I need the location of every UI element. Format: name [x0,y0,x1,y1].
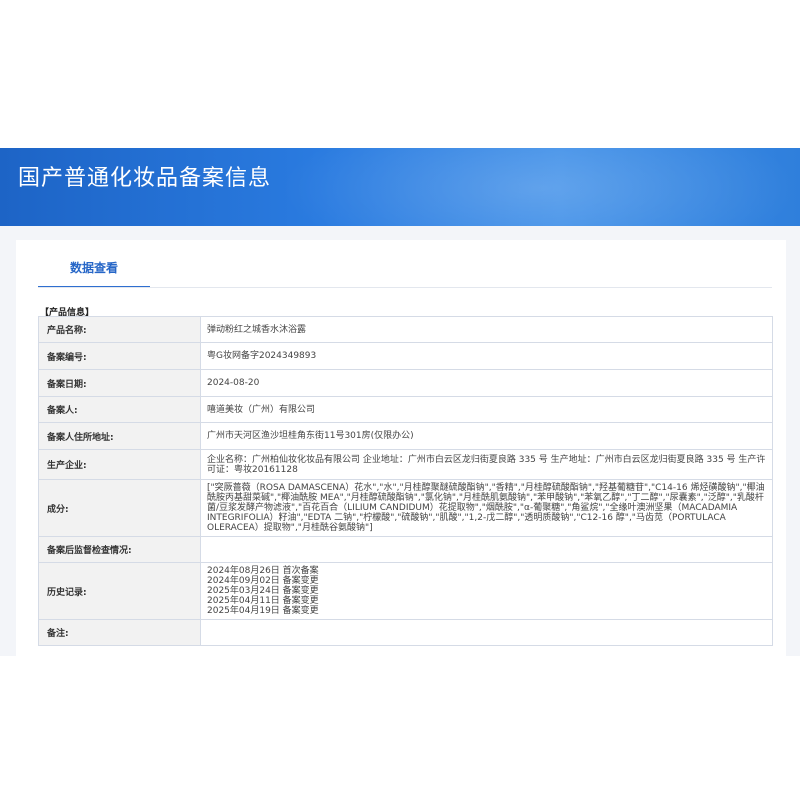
row-value: 2024-08-20 [200,369,773,397]
page-title: 国产普通化妆品备案信息 [18,166,272,191]
row-value: 企业名称：广州柏仙妆化妆品有限公司 企业地址：广州市白云区龙归街夏良路 335 … [200,449,773,480]
row-label: 备案人住所地址: [38,422,201,450]
table-row: 备案日期: 2024-08-20 [38,369,773,397]
row-value [200,619,773,646]
table-row: 历史记录: 2024年08月26日 首次备案 2024年09月02日 备案变更 … [38,562,773,620]
row-label: 产品名称: [38,316,201,343]
row-label: 备注: [38,619,201,646]
tab-data-view[interactable]: 数据查看 [38,252,150,288]
row-value: 广州市天河区渔沙坦桂角东街11号301房(仅限办公) [200,422,773,450]
row-label: 备案日期: [38,369,201,397]
table-row: 备案编号: 粤G妆网备字2024349893 [38,342,773,370]
row-value: ["突厥蔷薇（ROSA DAMASCENA）花水","水","月桂醇聚醚硫酸酯钠… [200,479,773,537]
row-label: 备案后监督检查情况: [38,536,201,563]
tab-underline-divider [38,287,772,288]
table-row: 产品名称: 弹动粉红之城香水沐浴露 [38,316,773,343]
row-value [200,536,773,563]
table-row: 备注: [38,619,773,646]
row-value: 弹动粉红之城香水沐浴露 [200,316,773,343]
top-blank-area [0,0,800,148]
row-value: 2024年08月26日 首次备案 2024年09月02日 备案变更 2025年0… [200,562,773,620]
row-label: 备案编号: [38,342,201,370]
row-label: 成分: [38,479,201,537]
row-value: 嘻道美妆（广州）有限公司 [200,396,773,423]
table-row: 成分: ["突厥蔷薇（ROSA DAMASCENA）花水","水","月桂醇聚醚… [38,479,773,537]
table-row: 备案后监督检查情况: [38,536,773,563]
table-row: 备案人: 嘻道美妆（广州）有限公司 [38,396,773,423]
table-row: 生产企业: 企业名称：广州柏仙妆化妆品有限公司 企业地址：广州市白云区龙归街夏良… [38,449,773,480]
row-label: 历史记录: [38,562,201,620]
product-info-table: 产品名称: 弹动粉红之城香水沐浴露 备案编号: 粤G妆网备字2024349893… [38,316,773,646]
row-label: 备案人: [38,396,201,423]
row-label: 生产企业: [38,449,201,480]
row-value: 粤G妆网备字2024349893 [200,342,773,370]
table-row: 备案人住所地址: 广州市天河区渔沙坦桂角东街11号301房(仅限办公) [38,422,773,450]
